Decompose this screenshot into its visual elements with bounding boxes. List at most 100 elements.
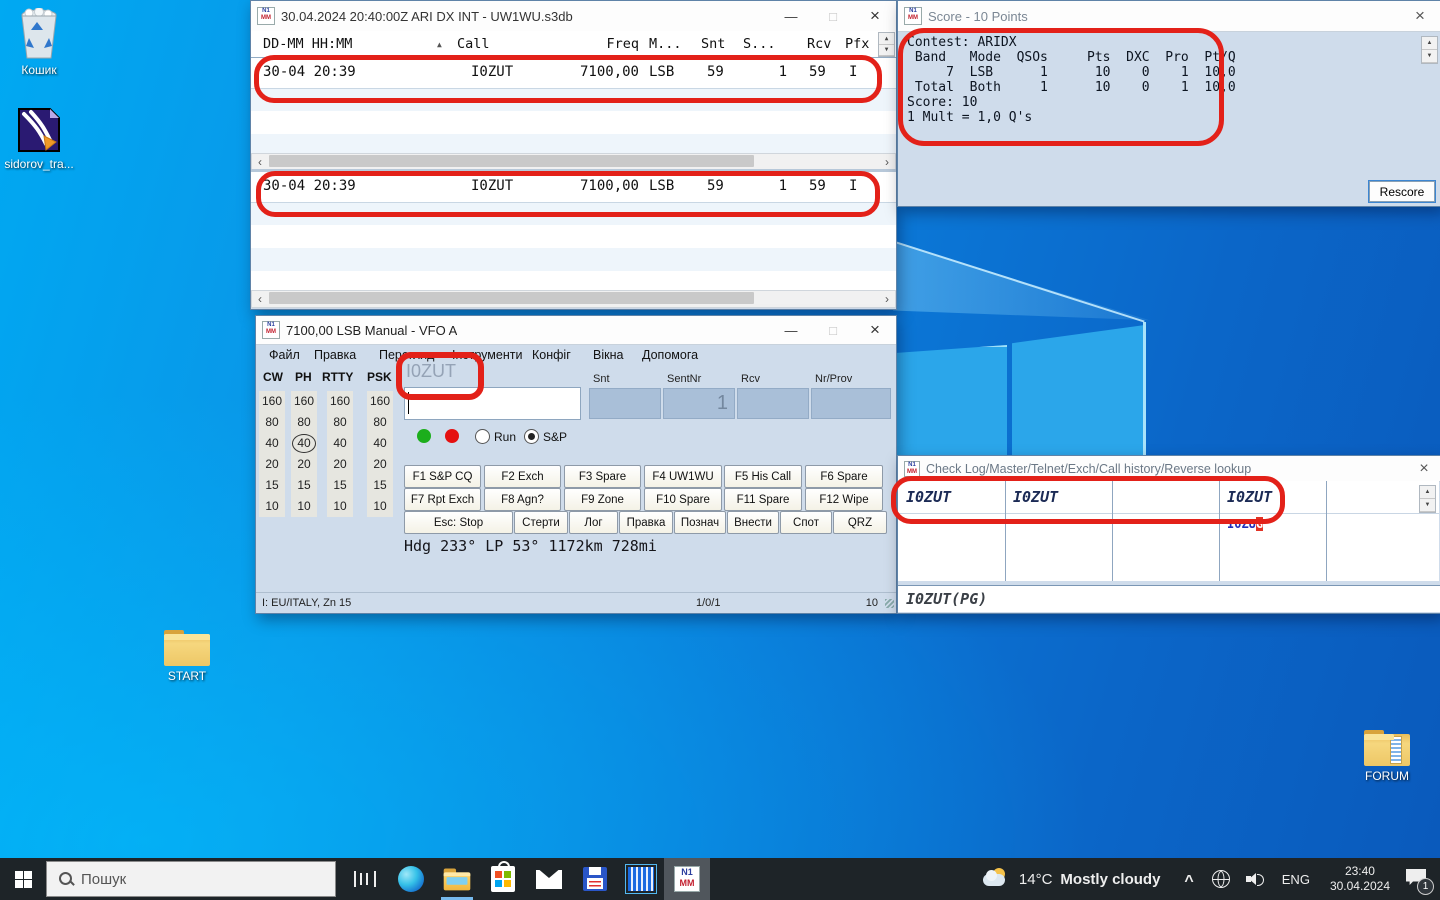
fkey-f1[interactable]: F1 S&P CQ xyxy=(404,465,481,488)
close-button[interactable]: × xyxy=(854,316,896,344)
menu-windows[interactable]: Вікна xyxy=(593,348,623,362)
scroll-left-icon[interactable]: ‹ xyxy=(252,291,268,307)
sp-radio[interactable] xyxy=(524,429,539,444)
close-button[interactable]: × xyxy=(854,1,896,31)
run-radio[interactable] xyxy=(475,429,490,444)
minimize-button[interactable]: — xyxy=(770,1,812,31)
band-button[interactable]: 160 xyxy=(291,391,317,412)
band-button[interactable]: 160 xyxy=(259,391,285,412)
fkey-f7[interactable]: F7 Rpt Exch xyxy=(404,488,481,511)
band-button[interactable]: 10 xyxy=(367,496,393,517)
band-button[interactable]: 10 xyxy=(327,496,353,517)
band-button[interactable]: 10 xyxy=(259,496,285,517)
minimize-button[interactable]: — xyxy=(770,316,812,344)
log-hscrollbar-lower[interactable]: ‹ › xyxy=(251,290,896,308)
close-button[interactable]: × xyxy=(1407,456,1440,481)
taskbar-floppy-app-button[interactable] xyxy=(572,858,618,900)
scroll-right-icon[interactable]: › xyxy=(879,291,895,307)
entry-window-titlebar[interactable]: N1MM 7100,00 LSB Manual - VFO A — □ × xyxy=(256,316,896,345)
log-qso-row[interactable]: 30-04 20:39 I0ZUT 7100,00 LSB 59 1 59 I xyxy=(251,172,896,203)
band-button[interactable]: 80 xyxy=(327,412,353,433)
band-button[interactable]: 20 xyxy=(327,454,353,475)
band-button[interactable]: 15 xyxy=(367,475,393,496)
fkey-f5[interactable]: F5 His Call xyxy=(724,465,802,488)
band-button[interactable]: 20 xyxy=(291,454,317,475)
col-freq[interactable]: Freq xyxy=(551,36,639,52)
maximize-button[interactable]: □ xyxy=(812,1,854,31)
clock[interactable]: 23:40 30.04.2024 xyxy=(1330,864,1390,894)
close-button[interactable]: × xyxy=(1399,1,1440,31)
tray-chevron-icon[interactable]: ^ xyxy=(1184,873,1193,891)
band-button[interactable]: 40 xyxy=(327,433,353,454)
fkey-f2[interactable]: F2 Exch xyxy=(484,465,561,488)
taskbar-mail-button[interactable] xyxy=(526,858,572,900)
band-button[interactable]: 15 xyxy=(259,475,285,496)
sentnr-field[interactable]: 1 xyxy=(663,388,735,419)
col-call[interactable]: Call xyxy=(457,36,490,52)
log-button[interactable]: Лог xyxy=(569,511,618,534)
scroll-thumb[interactable] xyxy=(269,292,754,304)
menu-config[interactable]: Конфіг xyxy=(532,348,571,362)
col-rcv[interactable]: Rcv xyxy=(807,36,831,52)
band-button[interactable]: 40 xyxy=(259,433,285,454)
network-globe-icon[interactable] xyxy=(1212,870,1230,888)
search-box[interactable]: Пошук xyxy=(46,861,336,897)
maximize-button[interactable]: □ xyxy=(812,316,854,344)
band-button[interactable]: 160 xyxy=(367,391,393,412)
desktop-icon-start-folder[interactable]: START xyxy=(150,630,224,683)
scroll-thumb[interactable] xyxy=(269,155,754,167)
menu-edit[interactable]: Правка xyxy=(314,348,356,362)
fkey-f8[interactable]: F8 Agn? xyxy=(484,488,561,511)
check-spinner[interactable]: ▲▼ xyxy=(1419,485,1436,513)
col-pfx[interactable]: Pfx xyxy=(845,36,869,52)
check-suggestion[interactable]: I0ZUG xyxy=(1227,517,1263,531)
rescore-button[interactable]: Rescore xyxy=(1369,181,1435,202)
fkey-f10[interactable]: F10 Spare xyxy=(644,488,722,511)
log-qso-row[interactable]: 30-04 20:39 I0ZUT 7100,00 LSB 59 1 59 I xyxy=(251,58,896,89)
band-button[interactable]: 20 xyxy=(367,454,393,475)
check-call-master[interactable]: I0ZUT xyxy=(1013,488,1058,506)
taskbar-n1mm-button[interactable]: N1MM xyxy=(664,858,710,900)
menu-view[interactable]: Перегляд xyxy=(379,348,434,362)
volume-icon[interactable] xyxy=(1246,871,1264,887)
score-window-titlebar[interactable]: N1MM Score - 10 Points × xyxy=(898,1,1440,32)
band-button[interactable]: 160 xyxy=(327,391,353,412)
fkey-f6[interactable]: F6 Spare xyxy=(805,465,883,488)
check-call-history[interactable]: I0ZUT xyxy=(1227,488,1272,506)
start-button[interactable] xyxy=(0,858,46,900)
nrprov-field[interactable] xyxy=(811,388,891,419)
check-call-log[interactable]: I0ZUT xyxy=(906,488,951,506)
band-button[interactable]: 80 xyxy=(367,412,393,433)
task-view-button[interactable] xyxy=(342,858,388,900)
band-button[interactable]: 80 xyxy=(291,412,317,433)
snt-field[interactable] xyxy=(589,388,661,419)
log-window-titlebar[interactable]: N1MM 30.04.2024 20:40:00Z ARI DX INT - U… xyxy=(251,1,896,32)
weather-widget[interactable]: 14°C Mostly cloudy xyxy=(981,868,1161,890)
score-spinner[interactable]: ▲▼ xyxy=(1421,36,1438,64)
log-header-row[interactable]: DD-MM HH:MM ▲ Call Freq M... Snt S... Rc… xyxy=(251,31,896,58)
edit-button[interactable]: Правка xyxy=(619,511,673,534)
rcv-field[interactable] xyxy=(737,388,809,419)
menu-file[interactable]: Файл xyxy=(269,348,300,362)
desktop-icon-forum-folder[interactable]: FORUM xyxy=(1350,730,1424,783)
fkey-f4[interactable]: F4 UW1WU xyxy=(644,465,722,488)
scroll-left-icon[interactable]: ‹ xyxy=(252,154,268,170)
col-datetime[interactable]: DD-MM HH:MM xyxy=(263,36,352,52)
wipe-button[interactable]: Стерти xyxy=(514,511,568,534)
mark-button[interactable]: Познач xyxy=(674,511,726,534)
store-button[interactable]: Внести xyxy=(727,511,779,534)
menu-help[interactable]: Допомога xyxy=(642,348,698,362)
qrz-button[interactable]: QRZ xyxy=(833,511,887,534)
check-window-titlebar[interactable]: N1MM Check Log/Master/Telnet/Exch/Call h… xyxy=(898,456,1440,482)
fkey-f11[interactable]: F11 Spare xyxy=(724,488,802,511)
menu-tools[interactable]: Інструменти xyxy=(452,348,522,362)
desktop-icon-sidorov-file[interactable]: sidorov_tra... xyxy=(2,106,76,171)
fkey-f9[interactable]: F9 Zone xyxy=(564,488,641,511)
desktop-icon-recycle-bin[interactable]: Кошик xyxy=(2,8,76,77)
band-button-selected[interactable]: 40 xyxy=(291,433,317,454)
band-button[interactable]: 20 xyxy=(259,454,285,475)
taskbar-store-button[interactable] xyxy=(480,858,526,900)
language-indicator[interactable]: ENG xyxy=(1282,872,1310,887)
taskbar-explorer-button[interactable] xyxy=(434,858,480,900)
col-mode[interactable]: M... xyxy=(649,36,682,52)
